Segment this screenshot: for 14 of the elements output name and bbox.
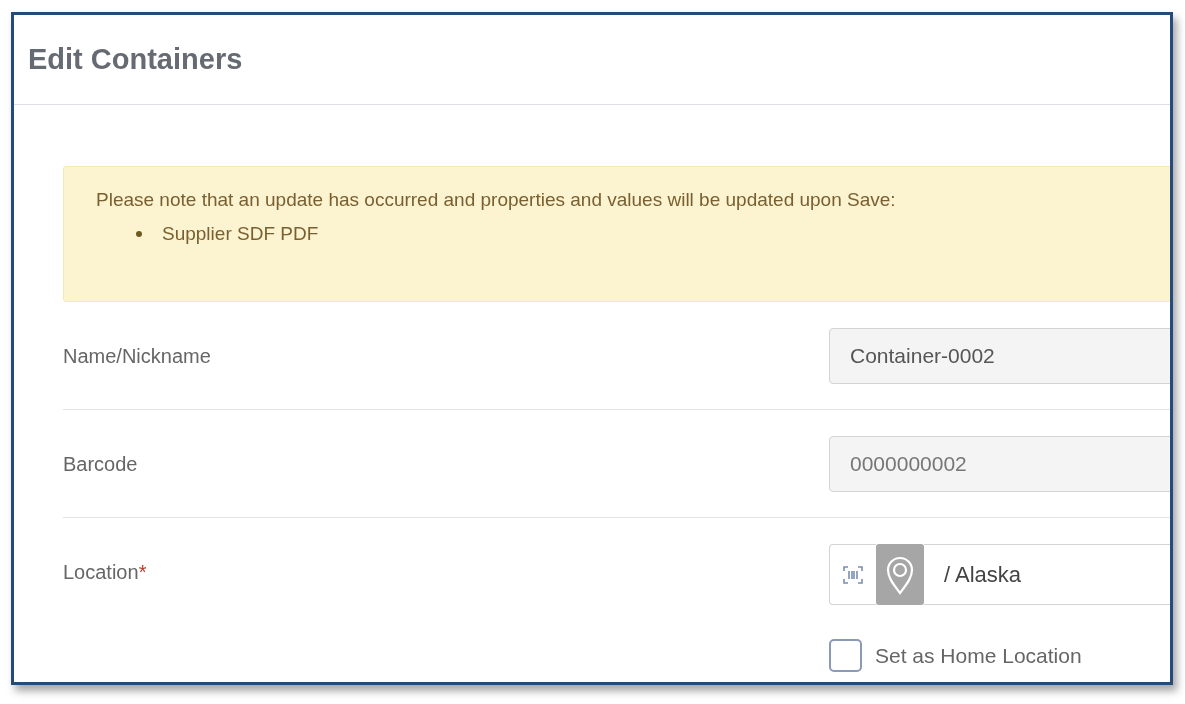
bullet-icon [136, 231, 142, 237]
barcode-scan-icon[interactable] [829, 544, 876, 605]
location-pin-icon [876, 544, 924, 605]
dialog-title: Edit Containers [28, 43, 243, 76]
notice-message: Please note that an update has occurred and properties and values will be updated upon Save: [96, 189, 897, 211]
notice-item: Supplier SDF PDF [162, 223, 319, 245]
checkbox[interactable] [829, 639, 862, 672]
location-field[interactable]: / Alaska [924, 544, 1170, 605]
field-label: Location [63, 559, 139, 585]
field-label: Barcode [63, 451, 139, 477]
field-label: Name/Nickname [63, 343, 212, 369]
required-mark: * [138, 560, 147, 584]
text-field[interactable]: Container-0002 [829, 328, 1170, 384]
checkbox-label: Set as Home Location [875, 643, 1082, 668]
